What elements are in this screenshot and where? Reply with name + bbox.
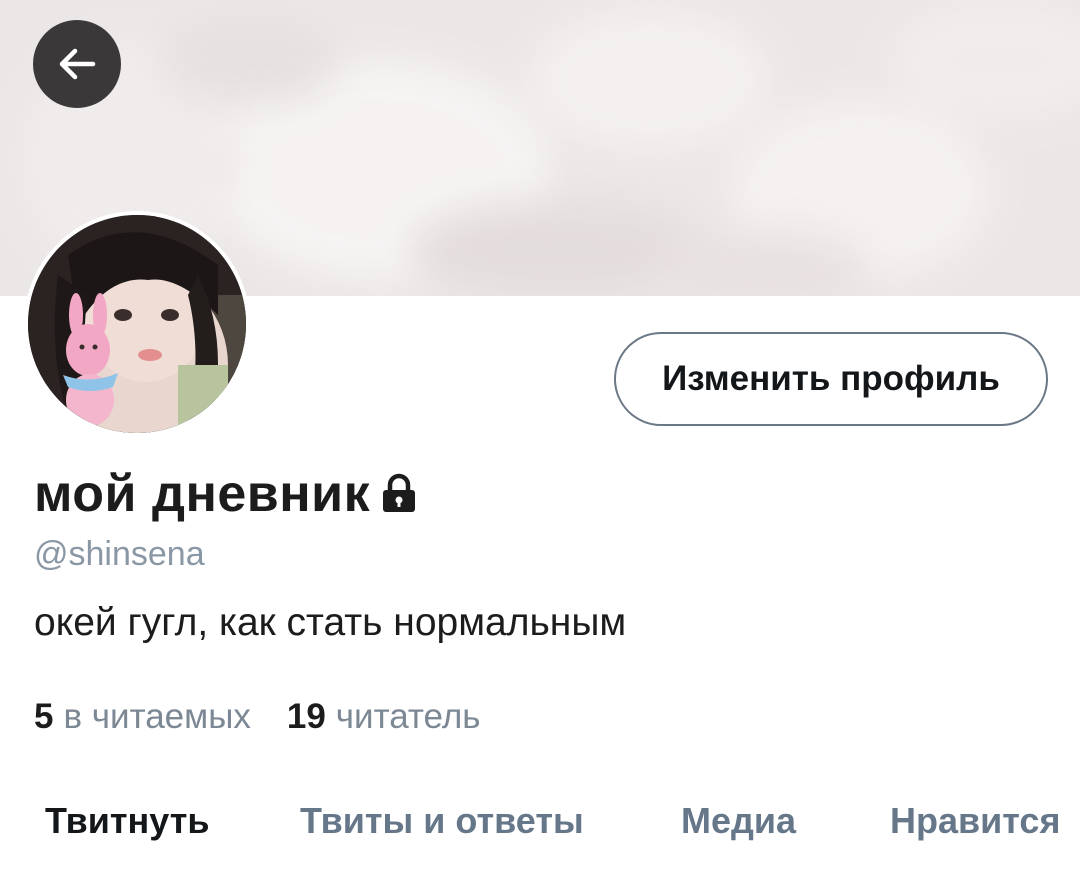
user-handle: @shinsena: [34, 535, 205, 573]
display-name: мой дневник: [34, 465, 371, 523]
back-button[interactable]: [33, 20, 121, 108]
tab-likes[interactable]: Нравится: [890, 800, 1060, 842]
lock-icon: [378, 473, 420, 520]
avatar[interactable]: [24, 211, 250, 437]
tab-tweets-and-replies[interactable]: Твиты и ответы: [300, 800, 584, 842]
profile-bio: окей гугл, как стать нормальным: [34, 601, 627, 644]
followers-stat[interactable]: 19 читатель: [287, 697, 481, 737]
following-label: в читаемых: [63, 697, 251, 736]
following-count: 5: [34, 697, 54, 736]
edit-profile-button[interactable]: Изменить профиль: [614, 332, 1048, 426]
arrow-left-icon: [59, 48, 96, 80]
followers-label: читатель: [335, 697, 481, 736]
tab-media[interactable]: Медиа: [681, 800, 796, 842]
profile-screen: Изменить профиль мой дневник @shinsena о…: [0, 0, 1080, 872]
follow-stats: 5 в читаемых 19 читатель: [34, 697, 517, 737]
tab-tweets[interactable]: Твитнуть: [45, 800, 209, 842]
followers-count: 19: [286, 697, 326, 736]
following-stat[interactable]: 5 в читаемых: [34, 697, 251, 737]
display-name-row: мой дневник: [34, 464, 420, 524]
